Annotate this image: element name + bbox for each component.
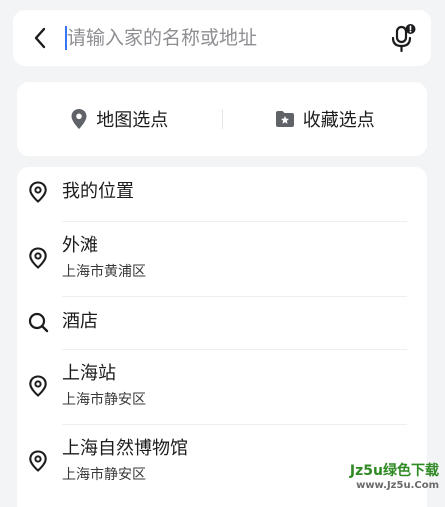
microphone-icon bbox=[389, 23, 417, 53]
favorite-pick-label: 收藏选点 bbox=[303, 106, 375, 132]
back-arrow-icon bbox=[32, 26, 48, 50]
location-pin-icon bbox=[27, 450, 49, 472]
text-caret bbox=[65, 26, 67, 50]
location-pin-icon bbox=[27, 181, 49, 203]
star-folder-icon bbox=[275, 110, 295, 128]
favorite-pick-button[interactable]: 收藏选点 bbox=[223, 82, 428, 156]
search-input[interactable] bbox=[63, 27, 375, 49]
watermark-url: www.Jz5u.Com bbox=[339, 479, 439, 493]
watermark-text: Jz5u绿色下载 bbox=[339, 463, 439, 479]
watermark: Jz5u绿色下载 www.Jz5u.Com bbox=[339, 463, 439, 495]
quick-actions-card: 地图选点 收藏选点 bbox=[17, 82, 427, 156]
search-bar bbox=[13, 10, 431, 66]
list-item-title: 酒店 bbox=[62, 310, 98, 334]
search-field[interactable] bbox=[63, 10, 375, 66]
list-item-place[interactable]: 上海站 上海市静安区 bbox=[17, 350, 427, 424]
map-pick-button[interactable]: 地图选点 bbox=[17, 82, 222, 156]
search-icon bbox=[27, 311, 49, 333]
suggestion-list: 我的位置 外滩 上海市黄浦区 酒店 bbox=[17, 167, 427, 507]
list-item-subtitle: 上海市静安区 bbox=[62, 390, 146, 410]
map-pick-label: 地图选点 bbox=[96, 106, 168, 132]
back-button[interactable] bbox=[13, 10, 63, 66]
list-item-search-suggestion[interactable]: 酒店 bbox=[17, 297, 427, 349]
list-item-title: 外滩 bbox=[62, 234, 146, 258]
list-item-my-location[interactable]: 我的位置 bbox=[17, 167, 427, 221]
voice-input-button[interactable] bbox=[375, 10, 431, 66]
location-pin-icon bbox=[27, 247, 49, 269]
list-item-subtitle: 上海市静安区 bbox=[62, 465, 188, 485]
list-item-title: 上海站 bbox=[62, 362, 146, 386]
location-pin-icon bbox=[27, 375, 49, 397]
list-item-place[interactable]: 外滩 上海市黄浦区 bbox=[17, 222, 427, 296]
list-item-subtitle: 上海市黄浦区 bbox=[62, 262, 146, 282]
list-item-title: 上海自然博物馆 bbox=[62, 437, 188, 461]
list-item-title: 我的位置 bbox=[62, 180, 134, 204]
map-pin-icon bbox=[70, 108, 88, 130]
